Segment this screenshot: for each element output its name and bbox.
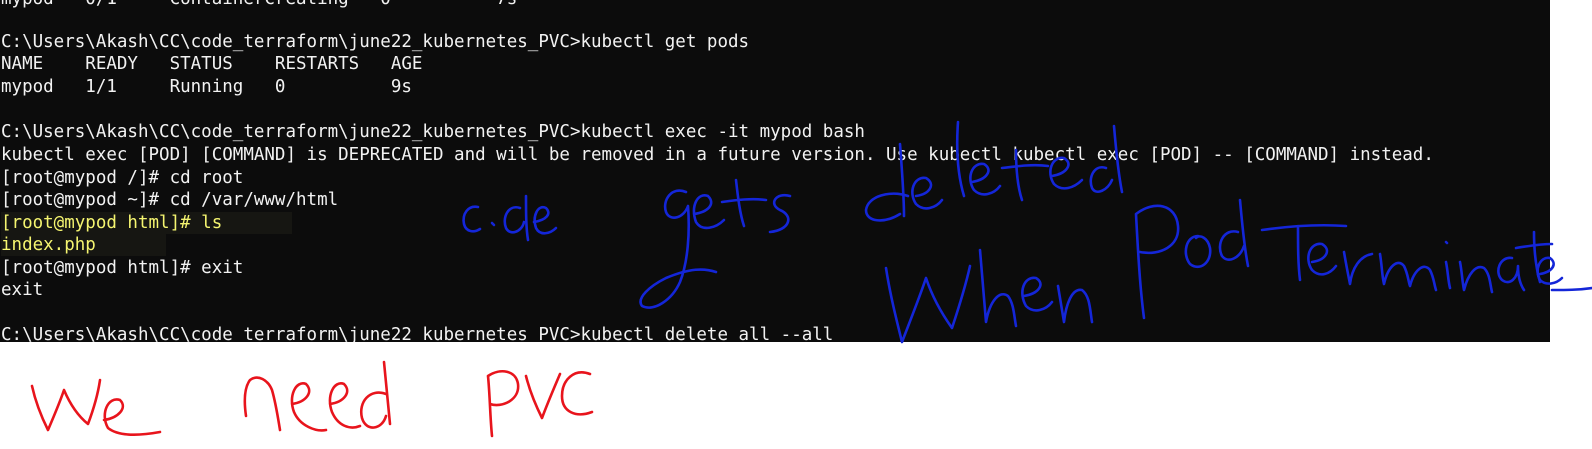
terminal-line: C:\Users\Akash\CC\code_terraform\june22_… [1, 32, 750, 52]
terminal-line: mypod 1/1 Running 0 9s [1, 77, 412, 97]
terminal-line: [root@mypod html]# exit [1, 258, 244, 278]
terminal-line-highlighted: [root@mypod html]# ls [1, 212, 293, 234]
handwritten-note-we-need-pvc [30, 360, 594, 438]
terminal-line: mypod 0/1 ContainerCreating 0 7s [1, 0, 517, 10]
terminal-line: kubectl exec [POD] [COMMAND] is DEPRECAT… [1, 145, 1434, 165]
terminal-line: [root@mypod ~]# cd /var/www/html [1, 190, 339, 210]
terminal-line-highlighted: index.php [1, 234, 166, 256]
terminal-line: NAME READY STATUS RESTARTS AGE [1, 54, 423, 74]
terminal-line: exit [1, 280, 44, 300]
terminal-line: [root@mypod /]# cd root [1, 168, 244, 188]
terminal-window[interactable]: mypod 0/1 ContainerCreating 0 7s C:\User… [0, 0, 1550, 342]
terminal-line: C:\Users\Akash\CC\code_terraform\june22_… [1, 122, 865, 142]
terminal-line: C:\Users\Akash\CC\code_terraform\june22_… [1, 325, 834, 342]
